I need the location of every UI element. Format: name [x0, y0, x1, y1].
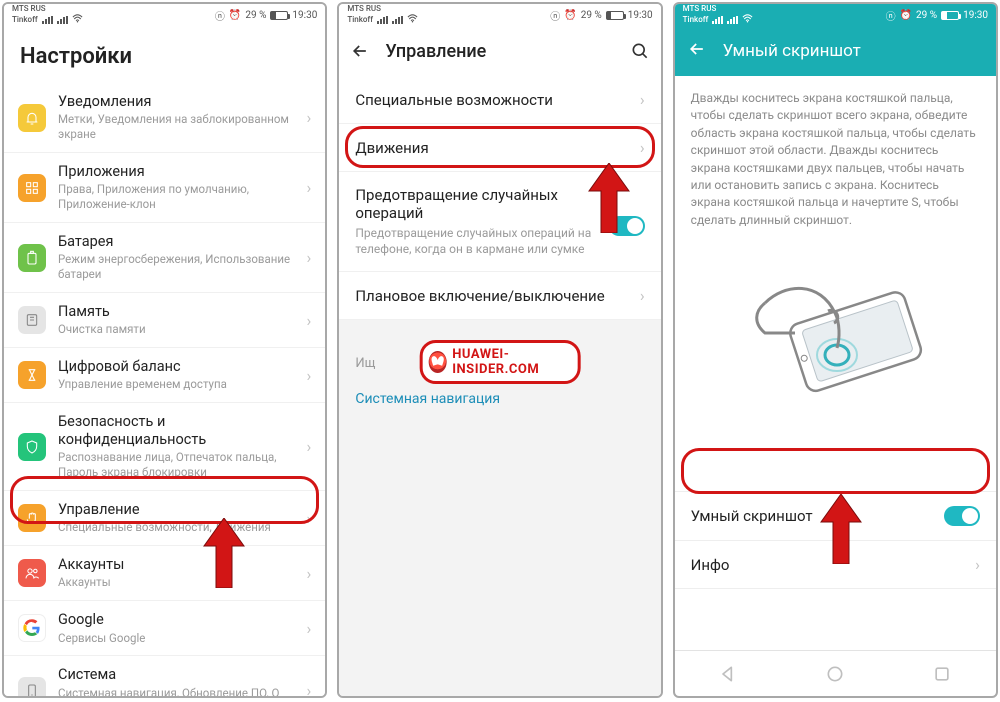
row-digital-balance[interactable]: Цифровой балансУправление временем досту… — [4, 348, 325, 403]
row-google[interactable]: GoogleСервисы Google › — [4, 601, 325, 656]
description-text: Дважды коснитесь экрана костяшкой пальца… — [675, 76, 996, 243]
phone-smart-screenshot: MTS RUS Tinkoff ⓝ ⏰ 29 % 19:30 Умный скр… — [673, 2, 998, 698]
carrier-2: Tinkoff — [12, 16, 38, 24]
hourglass-icon — [18, 361, 46, 389]
battery-pct: 29 % — [245, 10, 266, 21]
battery-pct: 29 % — [916, 10, 937, 21]
carrier-1: MTS RUS — [347, 5, 418, 13]
page-title: Управление — [385, 41, 614, 62]
chevron-right-icon: › — [307, 311, 312, 330]
knuckle-illustration — [675, 253, 996, 433]
signal-icon-2 — [727, 16, 738, 24]
battery-icon — [270, 11, 288, 20]
signal-icon — [42, 16, 53, 24]
nfc-icon: ⓝ — [886, 8, 896, 23]
toggle-smart-screenshot[interactable] — [944, 506, 980, 526]
chevron-right-icon: › — [307, 619, 312, 638]
settings-list: УведомленияМетки, Уведомления на заблоки… — [4, 83, 325, 696]
wifi-icon — [72, 14, 83, 26]
chevron-right-icon: › — [307, 248, 312, 267]
row-motions[interactable]: Движения › — [339, 124, 660, 172]
navigation-bar — [675, 650, 996, 696]
status-bar: MTS RUS Tinkoff ⓝ ⏰ 29 % 19:30 — [4, 4, 325, 26]
toggle-prevent[interactable] — [609, 216, 645, 236]
nfc-icon: ⓝ — [215, 8, 225, 23]
chevron-right-icon: › — [307, 437, 312, 456]
row-info[interactable]: Инфо › — [675, 541, 996, 589]
chevron-right-icon: › — [307, 178, 312, 197]
alarm-icon: ⏰ — [564, 10, 576, 21]
nfc-icon: ⓝ — [550, 8, 560, 23]
google-icon — [18, 614, 46, 642]
row-system[interactable]: СистемаСистемная навигация, Обновление П… — [4, 656, 325, 696]
hand-icon — [18, 504, 46, 532]
grid-icon — [18, 174, 46, 202]
control-list: Специальные возможности › Движения › Пре… — [339, 76, 660, 696]
wifi-icon — [742, 14, 753, 26]
chevron-right-icon: › — [307, 108, 312, 127]
chevron-right-icon: › — [975, 555, 980, 574]
wifi-icon — [407, 14, 418, 26]
huawei-logo-icon — [429, 351, 447, 373]
battery-icon — [941, 11, 959, 20]
carrier-1: MTS RUS — [683, 5, 754, 13]
clock-time: 19:30 — [292, 10, 317, 21]
chevron-right-icon: › — [307, 681, 312, 696]
carrier-2: Tinkoff — [683, 16, 709, 24]
nav-recent-button[interactable] — [932, 664, 952, 684]
alarm-icon: ⏰ — [229, 10, 241, 21]
signal-icon — [377, 16, 388, 24]
storage-icon — [18, 306, 46, 334]
status-bar: MTS RUS Tinkoff ⓝ ⏰ 29 % 19:30 — [339, 4, 660, 26]
row-battery[interactable]: БатареяРежим энергосбережения, Использов… — [4, 223, 325, 293]
row-notifications[interactable]: УведомленияМетки, Уведомления на заблоки… — [4, 83, 325, 153]
row-accounts[interactable]: АккаунтыАккаунты › — [4, 546, 325, 601]
back-button[interactable] — [349, 40, 371, 62]
chevron-right-icon: › — [307, 366, 312, 385]
battery-setting-icon — [18, 244, 46, 272]
users-icon — [18, 559, 46, 587]
row-storage[interactable]: ПамятьОчистка памяти › — [4, 293, 325, 348]
nav-home-button[interactable] — [825, 664, 845, 684]
carrier-1: MTS RUS — [12, 5, 83, 13]
nav-back-button[interactable] — [718, 664, 738, 684]
chevron-right-icon: › — [307, 509, 312, 528]
clock-time: 19:30 — [628, 10, 653, 21]
chevron-right-icon: › — [640, 138, 645, 157]
chevron-right-icon: › — [640, 286, 645, 305]
chevron-right-icon: › — [307, 564, 312, 583]
chevron-right-icon: › — [640, 90, 645, 109]
header: Умный скриншот — [675, 26, 996, 76]
phone-control: MTS RUS Tinkoff ⓝ ⏰ 29 % 19:30 Управлени… — [337, 2, 662, 698]
bell-icon — [18, 104, 46, 132]
row-prevent-accidental[interactable]: Предотвращение случайных операций Предот… — [339, 172, 660, 272]
page-title: Настройки — [4, 26, 325, 83]
phone-settings: MTS RUS Tinkoff ⓝ ⏰ 29 % 19:30 Настройки… — [2, 2, 327, 698]
status-bar: MTS RUS Tinkoff ⓝ ⏰ 29 % 19:30 — [675, 4, 996, 26]
system-icon — [18, 677, 46, 696]
shield-icon — [18, 433, 46, 461]
row-smart-screenshot-toggle[interactable]: Умный скриншот — [675, 491, 996, 541]
clock-time: 19:30 — [963, 10, 988, 21]
search-button[interactable] — [629, 40, 651, 62]
signal-icon — [712, 16, 723, 24]
back-button[interactable] — [687, 39, 707, 63]
row-security[interactable]: Безопасность и конфиденциальностьРаспозн… — [4, 403, 325, 491]
watermark: HUAWEI-INSIDER.COM — [420, 340, 581, 384]
alarm-icon: ⏰ — [900, 10, 912, 21]
page-title: Умный скриншот — [723, 41, 861, 61]
battery-icon — [606, 11, 624, 20]
signal-icon-2 — [392, 16, 403, 24]
signal-icon-2 — [57, 16, 68, 24]
battery-pct: 29 % — [581, 10, 602, 21]
row-accessibility[interactable]: Специальные возможности › — [339, 76, 660, 124]
row-scheduled-power[interactable]: Плановое включение/выключение › — [339, 272, 660, 320]
header: Управление — [339, 26, 660, 76]
row-apps[interactable]: ПриложенияПрава, Приложения по умолчанию… — [4, 153, 325, 223]
carrier-2: Tinkoff — [347, 16, 373, 24]
row-control[interactable]: УправлениеСпециальные возможности, Движе… — [4, 491, 325, 546]
